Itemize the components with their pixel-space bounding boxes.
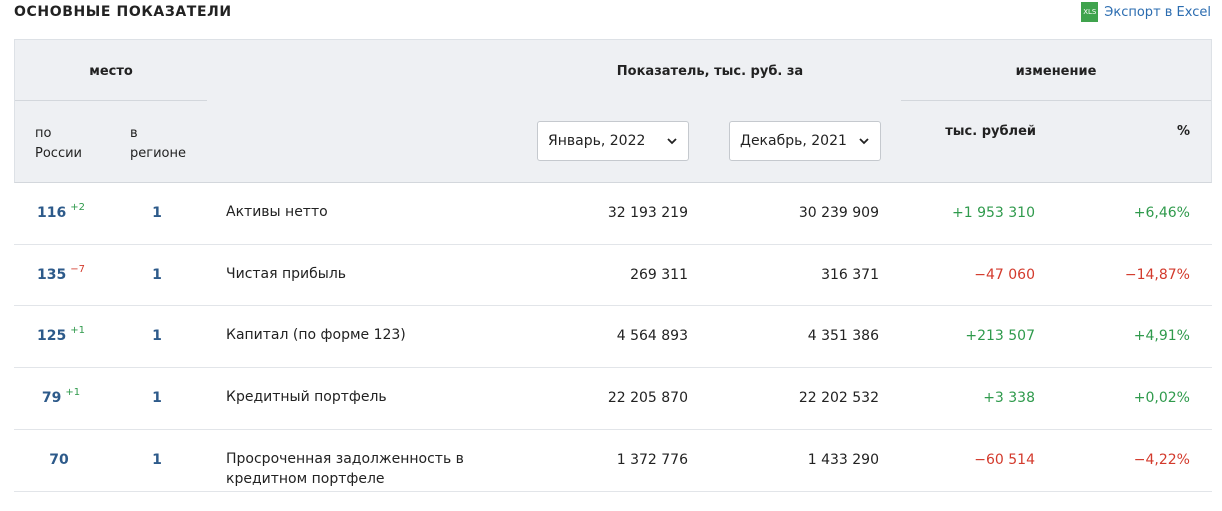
change-percent: +6,46% bbox=[1133, 205, 1190, 221]
change-thousands: +3 338 bbox=[983, 390, 1035, 406]
period-previous-value: Декабрь, 2021 bbox=[740, 133, 847, 149]
indicator-name: Просроченная задолженность в кредитном по… bbox=[226, 451, 464, 487]
change-percent: −4,22% bbox=[1133, 452, 1190, 468]
period-current-select[interactable]: Январь, 2022 bbox=[537, 121, 689, 161]
header-change-percent: % bbox=[1176, 124, 1190, 139]
rank-russia[interactable]: 70 bbox=[34, 452, 88, 468]
chevron-down-icon bbox=[859, 138, 869, 145]
change-thousands: +1 953 310 bbox=[952, 205, 1035, 221]
rank-russia[interactable]: 125 +1 bbox=[34, 325, 88, 344]
change-percent: +0,02% bbox=[1133, 390, 1190, 406]
header-change: изменение bbox=[1015, 64, 1097, 79]
rank-region[interactable]: 1 bbox=[129, 328, 185, 344]
rank-russia[interactable]: 79 +1 bbox=[34, 387, 88, 406]
change-thousands: +213 507 bbox=[965, 328, 1035, 344]
rank-delta: −7 bbox=[70, 264, 85, 275]
value-current: 4 564 893 bbox=[616, 328, 688, 344]
table-row: 135 −7 1 Чистая прибыль 269 311 316 371 −47 06… bbox=[14, 245, 1212, 306]
indicator-name: Кредитный портфель bbox=[226, 389, 387, 405]
value-previous: 4 351 386 bbox=[807, 328, 879, 344]
value-current: 32 193 219 bbox=[607, 205, 688, 221]
indicator-name: Чистая прибыль bbox=[226, 266, 347, 282]
table-body: 116 +2 1 Активы нетто 32 193 219 30 239 909 +1… bbox=[14, 183, 1212, 492]
rank-delta: +1 bbox=[65, 387, 81, 398]
table-row: 125 +1 1 Капитал (по форме 123) 4 564 893 4 3… bbox=[14, 306, 1212, 368]
value-previous: 1 433 290 bbox=[807, 452, 879, 468]
header-change-thousands: тыс. рублей bbox=[945, 124, 1036, 139]
header-rank-region: в регионе bbox=[130, 126, 186, 161]
export-excel-link[interactable]: XLS Экспорт в Excel bbox=[1081, 2, 1211, 22]
indicator-name: Капитал (по форме 123) bbox=[226, 327, 406, 343]
export-excel-label[interactable]: Экспорт в Excel bbox=[1104, 5, 1211, 20]
indicator-name: Активы нетто bbox=[226, 204, 328, 220]
value-previous: 316 371 bbox=[821, 267, 879, 283]
excel-file-icon: XLS bbox=[1081, 2, 1099, 22]
header-rank: место bbox=[89, 64, 133, 79]
header-divider bbox=[901, 100, 1211, 101]
period-current-value: Январь, 2022 bbox=[548, 133, 646, 149]
change-thousands: −47 060 bbox=[974, 267, 1035, 283]
value-previous: 22 202 532 bbox=[798, 390, 879, 406]
table-row: 116 +2 1 Активы нетто 32 193 219 30 239 909 +1… bbox=[14, 183, 1212, 245]
value-current: 269 311 bbox=[630, 267, 688, 283]
rank-russia[interactable]: 116 +2 bbox=[34, 202, 88, 221]
header-divider bbox=[15, 100, 207, 101]
table-header: место Показатель, тыс. руб. за изменение… bbox=[14, 39, 1212, 183]
change-percent: +4,91% bbox=[1133, 328, 1190, 344]
rank-russia[interactable]: 135 −7 bbox=[34, 264, 88, 283]
rank-region[interactable]: 1 bbox=[129, 452, 185, 468]
rank-region[interactable]: 1 bbox=[129, 390, 185, 406]
value-previous: 30 239 909 bbox=[798, 205, 879, 221]
value-current: 1 372 776 bbox=[616, 452, 688, 468]
rank-delta: +2 bbox=[70, 202, 85, 213]
rank-region[interactable]: 1 bbox=[129, 267, 185, 283]
page-title: ОСНОВНЫЕ ПОКАЗАТЕЛИ bbox=[14, 4, 232, 20]
header-indicator: Показатель, тыс. руб. за bbox=[616, 64, 804, 79]
chevron-down-icon bbox=[667, 138, 677, 145]
value-current: 22 205 870 bbox=[607, 390, 688, 406]
change-percent: −14,87% bbox=[1124, 267, 1190, 283]
table-row: 79 +1 1 Кредитный портфель 22 205 870 22 202 … bbox=[14, 368, 1212, 430]
table-row: 70 1 Просроченная задолженность в кредитном… bbox=[14, 430, 1212, 492]
rank-delta: +1 bbox=[70, 325, 85, 336]
indicators-table: место Показатель, тыс. руб. за изменение… bbox=[14, 39, 1212, 492]
change-thousands: −60 514 bbox=[974, 452, 1035, 468]
rank-region[interactable]: 1 bbox=[129, 205, 185, 221]
header-rank-russia: по России bbox=[35, 126, 82, 161]
period-previous-select[interactable]: Декабрь, 2021 bbox=[729, 121, 881, 161]
